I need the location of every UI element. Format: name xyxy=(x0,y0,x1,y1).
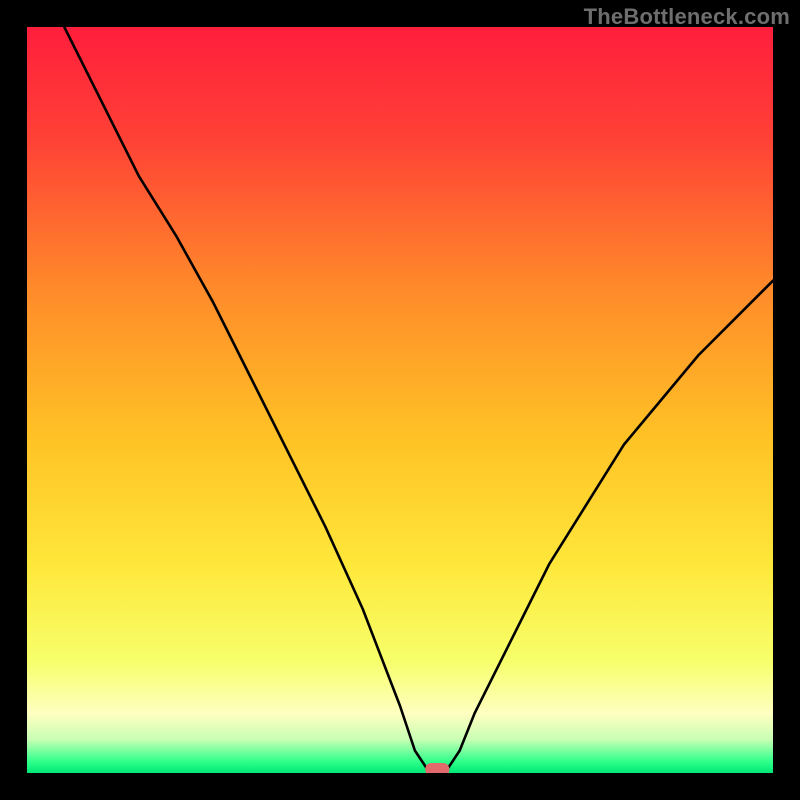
bottleneck-marker xyxy=(425,763,449,773)
watermark-text: TheBottleneck.com xyxy=(584,4,790,30)
bottleneck-chart xyxy=(27,27,773,773)
chart-frame xyxy=(27,27,773,773)
